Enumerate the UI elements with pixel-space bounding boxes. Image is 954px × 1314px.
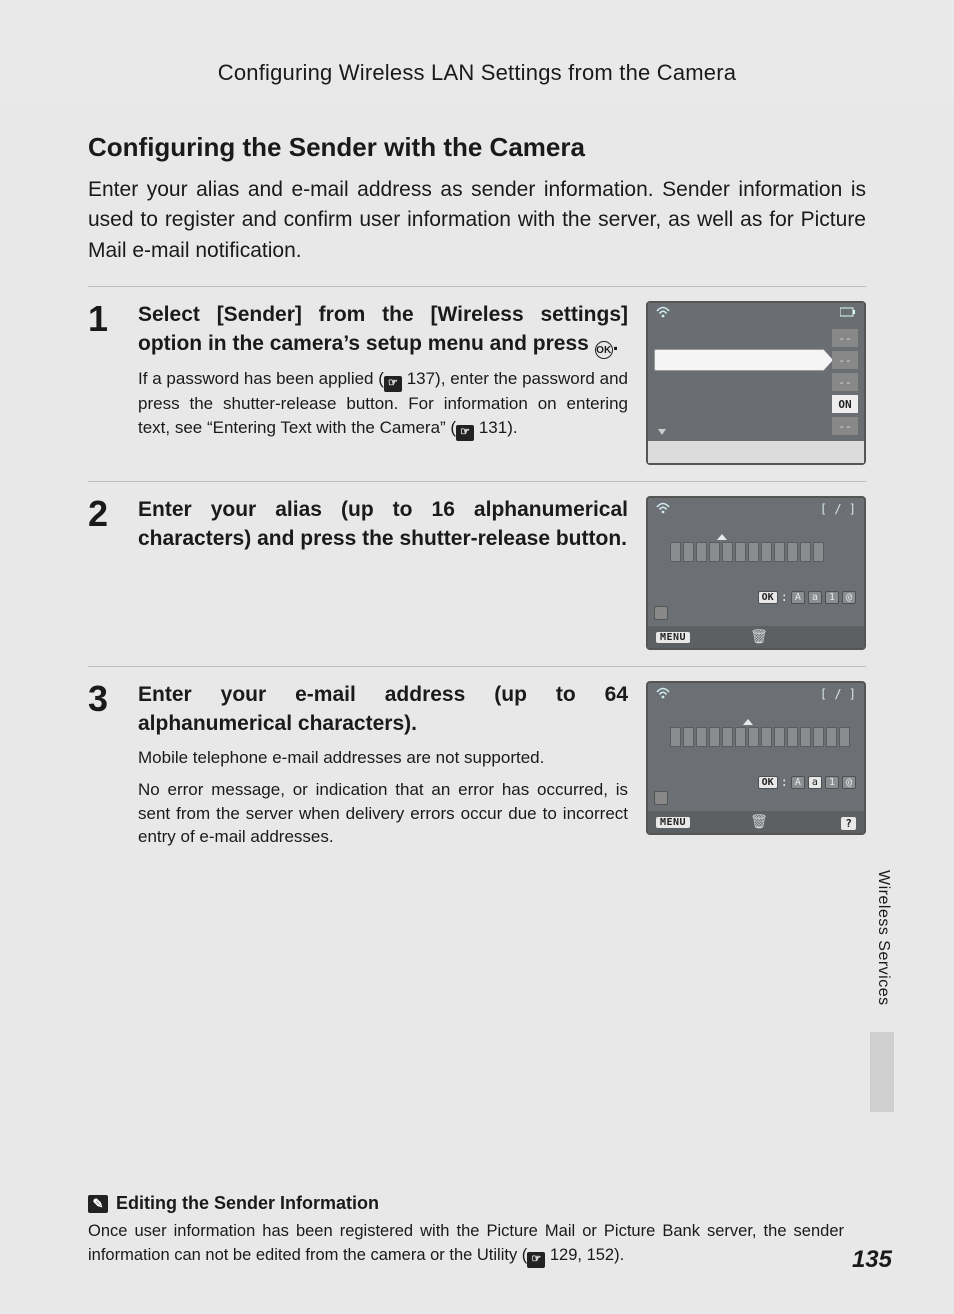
step-title: Select [Sender] from the [Wireless setti… — [138, 301, 628, 359]
header-title: Configuring Wireless LAN Settings from t… — [218, 60, 736, 86]
step-desc: If a password has been applied (☞ 137), … — [138, 367, 628, 440]
battery-icon — [840, 306, 856, 320]
mode-chip: @ — [842, 776, 856, 789]
side-tab-label: Wireless Services — [874, 870, 892, 1006]
wifi-icon — [656, 502, 670, 517]
menu-footer — [648, 441, 864, 463]
trash-icon: 🗑 — [750, 814, 768, 830]
mode-chip: A — [791, 776, 805, 789]
menu-value: -- — [832, 373, 858, 391]
help-icon: ? — [841, 817, 856, 830]
step-3: 3 Enter your e-mail address (up to 64 al… — [88, 666, 866, 873]
footnote-heading-text: Editing the Sender Information — [116, 1193, 379, 1214]
wifi-icon — [656, 687, 670, 702]
ok-chip: OK — [758, 591, 778, 604]
menu-value-on: ON — [832, 395, 858, 413]
mode-chip: 1 — [825, 776, 839, 789]
step-number: 2 — [88, 496, 122, 532]
section-heading: Configuring the Sender with the Camera — [88, 132, 866, 163]
upload-icon — [654, 606, 668, 620]
page-header: Configuring Wireless LAN Settings from t… — [0, 0, 954, 100]
menu-value: -- — [832, 351, 858, 369]
ok-chip: OK — [758, 776, 778, 789]
footnote-heading: ✎ Editing the Sender Information — [88, 1193, 844, 1214]
camera-screen-text-entry: [ / ] OK: A a 1 @ MENU 🗑 — [646, 496, 866, 650]
note-icon: ✎ — [88, 1195, 108, 1213]
menu-label: MENU — [656, 632, 690, 643]
side-tab-block — [870, 1032, 894, 1112]
t: If a password has been applied ( — [138, 369, 384, 388]
camera-screen-text-entry: [ / ] OK: A a 1 @ MENU 🗑 — [646, 681, 866, 835]
step-number: 3 — [88, 681, 122, 717]
mode-chip: A — [791, 591, 805, 604]
text-entry-cells — [670, 727, 850, 747]
menu-selection — [654, 349, 824, 371]
t: Once user information has been registere… — [88, 1222, 844, 1264]
step-title-a: Select [Sender] from the [Wireless setti… — [138, 303, 628, 354]
step-desc: Mobile telephone e-mail addresses are no… — [138, 746, 628, 770]
step-desc: No error message, or indication that an … — [138, 778, 628, 849]
footnote: ✎ Editing the Sender Information Once use… — [88, 1193, 844, 1268]
mode-chip-active: a — [808, 776, 822, 789]
mode-chip: a — [808, 591, 822, 604]
step-number: 1 — [88, 301, 122, 337]
wifi-icon — [656, 306, 670, 321]
char-counter: [ / ] — [820, 502, 856, 516]
char-counter: [ / ] — [820, 687, 856, 701]
t: 129, 152). — [545, 1246, 624, 1264]
page-ref-icon: ☞ — [384, 376, 402, 392]
step-1: 1 Select [Sender] from the [Wireless set… — [88, 286, 866, 481]
step-2: 2 Enter your alias (up to 16 alphanumeri… — [88, 481, 866, 666]
upload-icon — [654, 791, 668, 805]
mode-chip: @ — [842, 591, 856, 604]
page-ref-icon: ☞ — [456, 425, 474, 441]
scroll-down-icon — [658, 429, 666, 435]
mode-chip: 1 — [825, 591, 839, 604]
step-title: Enter your alias (up to 16 alphanumerica… — [138, 496, 628, 553]
menu-value: -- — [832, 417, 858, 435]
menu-label: MENU — [656, 817, 690, 828]
text-entry-cells — [670, 542, 824, 562]
trash-icon: 🗑 — [750, 629, 768, 645]
ok-icon: OK — [595, 341, 613, 359]
page-number: 135 — [852, 1246, 892, 1274]
step-title: Enter your e-mail address (up to 64 alph… — [138, 681, 628, 738]
step-title-b: . — [613, 332, 619, 355]
footnote-body: Once user information has been registere… — [88, 1220, 844, 1268]
section-intro: Enter your alias and e-mail address as s… — [88, 175, 866, 266]
menu-value: -- — [832, 329, 858, 347]
t: 131). — [474, 418, 517, 437]
camera-screen-menu: -- -- -- ON -- — [646, 301, 866, 465]
page-ref-icon: ☞ — [527, 1252, 545, 1268]
